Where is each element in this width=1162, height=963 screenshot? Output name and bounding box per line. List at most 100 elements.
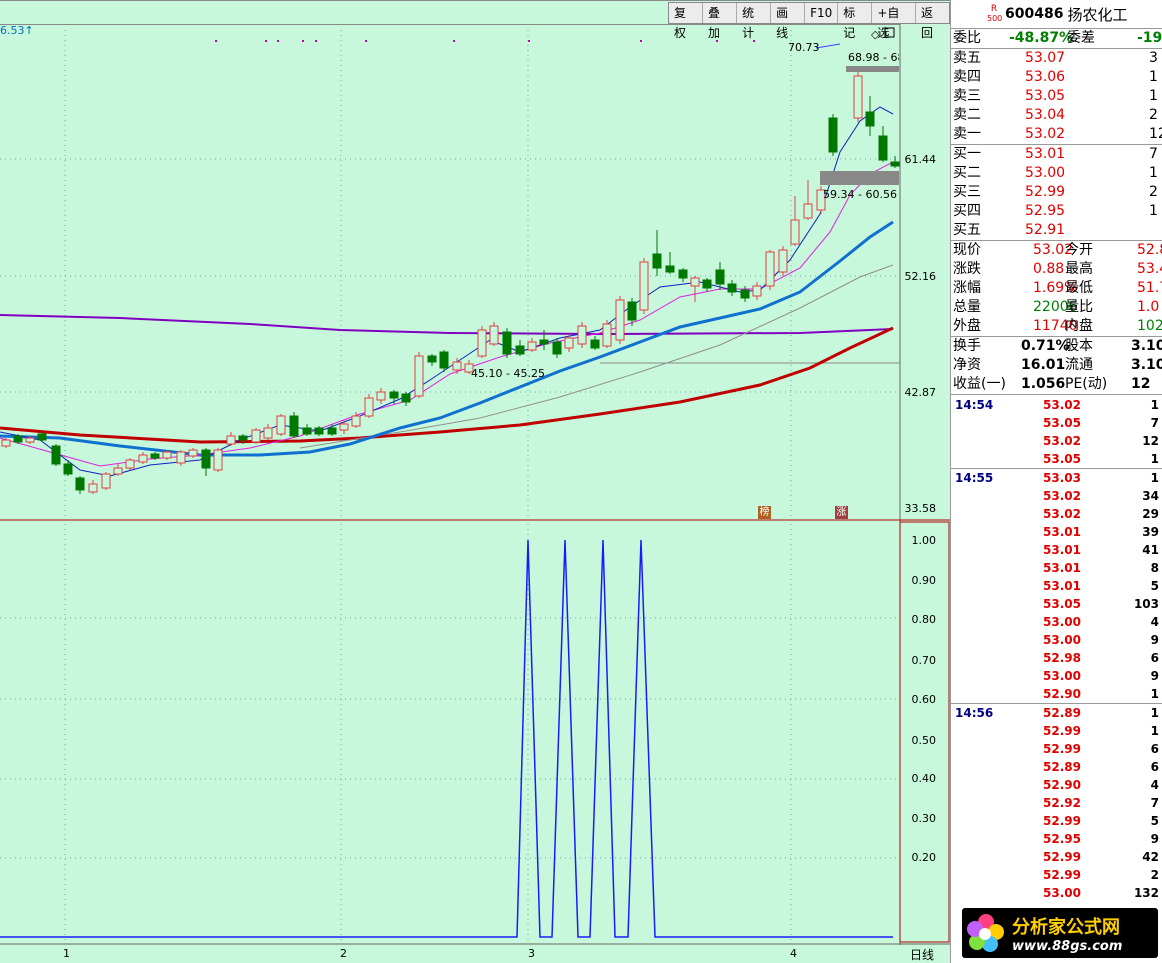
range-mid-annotation: 59.34 - 60.56 bbox=[823, 188, 897, 201]
stat-label: 最低 bbox=[1065, 280, 1093, 296]
ask-row: 卖一 53.02 12 bbox=[951, 125, 1162, 144]
tick-row: 53.00 4 bbox=[951, 613, 1162, 631]
tick-row: 53.02 12 bbox=[951, 432, 1162, 450]
stat-value: 53.4 bbox=[1137, 261, 1162, 277]
candle-body bbox=[1, 439, 11, 447]
candle-body bbox=[715, 269, 725, 285]
tick-row: 53.01 39 bbox=[951, 523, 1162, 541]
tick-row: 52.99 1 bbox=[951, 722, 1162, 740]
stat-label: 涨跌 bbox=[953, 261, 981, 277]
tick-price: 52.89 bbox=[1043, 760, 1081, 774]
range-low-annotation: 45.10 - 45.25 bbox=[471, 367, 545, 380]
candle-body bbox=[263, 427, 273, 439]
stat-value: 51.7 bbox=[1137, 280, 1162, 296]
tick-volume: 132 bbox=[1133, 886, 1159, 900]
bid-row: 买五 52.91 bbox=[951, 221, 1162, 240]
candle-body bbox=[101, 473, 111, 489]
bid-price: 53.00 bbox=[1025, 165, 1066, 181]
candle-body bbox=[289, 415, 299, 437]
tick-price: 53.01 bbox=[1043, 525, 1081, 539]
tick-price: 53.05 bbox=[1043, 452, 1081, 466]
ask-label: 卖一 bbox=[953, 126, 981, 142]
candle-body bbox=[752, 285, 762, 297]
candle-body bbox=[489, 325, 499, 345]
candle-body bbox=[351, 415, 361, 427]
y-tick: 33.58 bbox=[904, 502, 937, 515]
tick-price: 53.01 bbox=[1043, 579, 1081, 593]
candle-body bbox=[803, 203, 813, 219]
candle-body bbox=[665, 265, 675, 273]
ask-price: 53.02 bbox=[1025, 126, 1066, 142]
ask-row: 卖二 53.04 2 bbox=[951, 106, 1162, 125]
tick-volume: 1 bbox=[1150, 706, 1159, 720]
y-tick: 61.44 bbox=[904, 153, 937, 166]
tick-volume: 6 bbox=[1150, 651, 1159, 665]
candle-body bbox=[188, 449, 198, 457]
bid-volume: 1 bbox=[1149, 203, 1158, 219]
candle-body bbox=[389, 391, 399, 399]
candle-body bbox=[401, 393, 411, 403]
tick-price: 52.99 bbox=[1043, 814, 1081, 828]
candle-body bbox=[765, 251, 775, 287]
stat-row: 外盘11740内盘1026 bbox=[951, 317, 1162, 336]
tick-row: 53.02 29 bbox=[951, 505, 1162, 523]
stat-value: 3.10亿 bbox=[1131, 357, 1162, 373]
x-tick: 4 bbox=[790, 947, 797, 960]
tick-volume: 29 bbox=[1142, 507, 1159, 521]
tick-volume: 42 bbox=[1142, 850, 1159, 864]
candle-body bbox=[37, 433, 47, 441]
weibi-row: 委比 -48.87% 委差 -19 bbox=[951, 29, 1162, 48]
candle-body bbox=[853, 75, 863, 119]
candle-body bbox=[88, 483, 98, 493]
tick-volume: 7 bbox=[1150, 416, 1159, 430]
tick-volume: 9 bbox=[1150, 669, 1159, 683]
tick-volume: 12 bbox=[1142, 434, 1159, 448]
stat-value: 52.8 bbox=[1137, 242, 1162, 258]
svg-text:◇: ◇ bbox=[871, 28, 880, 41]
stat-label: 今开 bbox=[1065, 242, 1093, 258]
candle-body bbox=[602, 323, 612, 347]
tick-row: 53.05 1 bbox=[951, 450, 1162, 468]
tick-price: 52.99 bbox=[1043, 868, 1081, 882]
candle-body bbox=[502, 331, 512, 355]
stat-value: 1026 bbox=[1137, 318, 1162, 334]
candle-body bbox=[113, 467, 123, 475]
candle-body bbox=[577, 325, 587, 345]
bid-row: 买一 53.01 7 bbox=[951, 145, 1162, 164]
tick-row: 14:55 53.03 1 bbox=[951, 469, 1162, 487]
tick-volume: 4 bbox=[1150, 778, 1159, 792]
candle-body bbox=[238, 435, 248, 441]
tick-row: 52.90 1 bbox=[951, 685, 1162, 703]
ind-y-tick: 0.50 bbox=[911, 734, 937, 747]
candle-body bbox=[727, 283, 737, 293]
main-kline-chart[interactable]: ◇ bbox=[0, 0, 950, 963]
stat-label: 外盘 bbox=[953, 318, 981, 334]
stock-header: R 500 600486 扬农化工 bbox=[951, 0, 1162, 29]
stat-row: 涨跌 0.88最高 53.4 bbox=[951, 260, 1162, 279]
candle-body bbox=[690, 277, 700, 287]
ask-price: 53.05 bbox=[1025, 88, 1066, 104]
candle-body bbox=[678, 269, 688, 279]
candle-body bbox=[652, 253, 662, 269]
candle-body bbox=[515, 345, 525, 355]
stat2-row: 收益(一) 1.056 PE(动) 12 bbox=[951, 375, 1162, 394]
tick-row: 52.95 9 bbox=[951, 830, 1162, 848]
period-label[interactable]: 日线 bbox=[910, 946, 934, 963]
tick-volume: 41 bbox=[1142, 543, 1159, 557]
tick-volume: 4 bbox=[1150, 615, 1159, 629]
ind-y-tick: 0.30 bbox=[911, 812, 937, 825]
ask-label: 卖二 bbox=[953, 107, 981, 123]
ind-y-tick: 1.00 bbox=[911, 534, 937, 547]
bid-label: 买一 bbox=[953, 146, 981, 162]
tick-row: 14:56 52.89 1 bbox=[951, 704, 1162, 722]
chart-area[interactable]: 复权 叠加 统计 画线 F10 标记 +自选 返回 6.53↑ ◇ 70.73 … bbox=[0, 0, 950, 963]
tick-volume: 1 bbox=[1150, 724, 1159, 738]
candle-body bbox=[865, 111, 875, 127]
tick-volume: 7 bbox=[1150, 796, 1159, 810]
bid-price: 52.91 bbox=[1025, 222, 1066, 238]
stock-code: 600486 bbox=[1005, 6, 1064, 22]
tick-volume: 103 bbox=[1133, 597, 1159, 611]
stat-label: 量比 bbox=[1065, 299, 1093, 315]
tick-volume: 1 bbox=[1150, 687, 1159, 701]
ask-label: 卖四 bbox=[953, 69, 981, 85]
